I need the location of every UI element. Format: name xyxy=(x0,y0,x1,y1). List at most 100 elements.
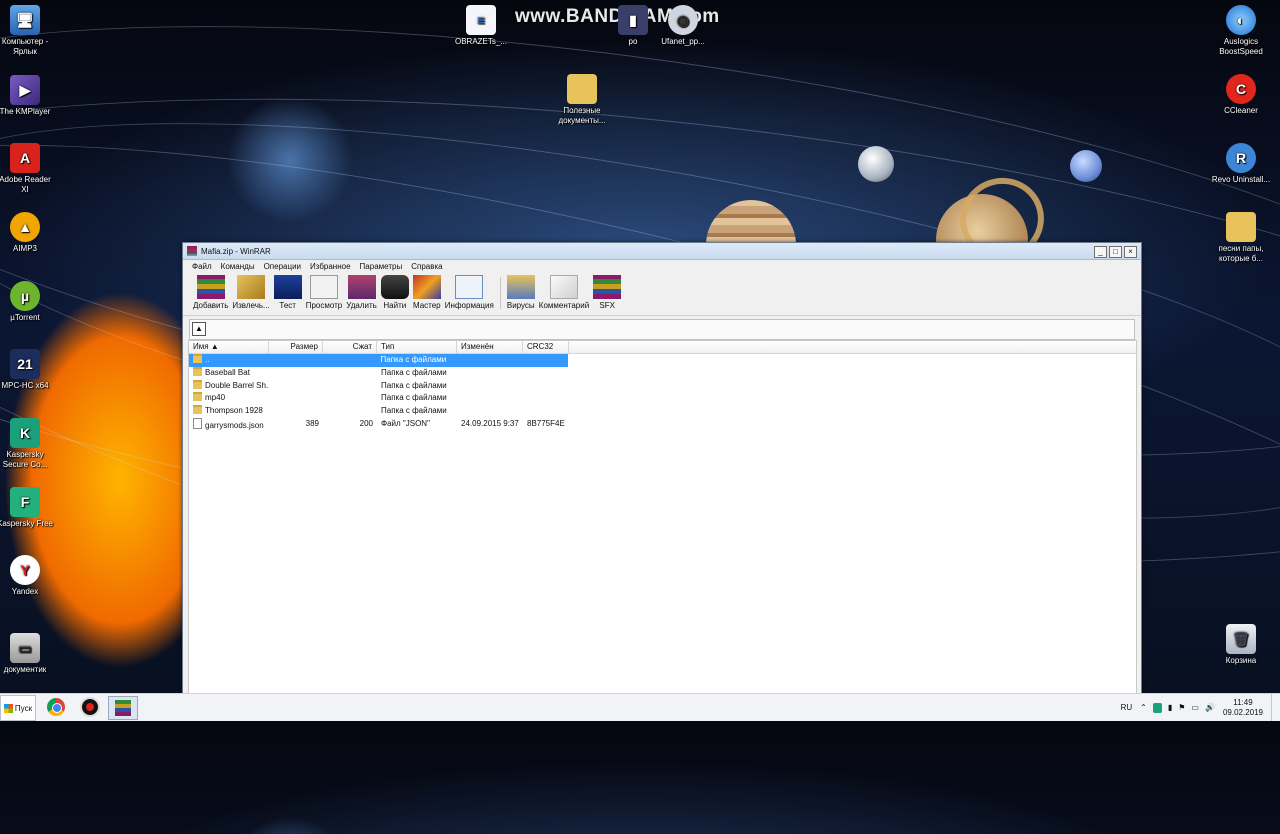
close-button[interactable]: × xyxy=(1124,246,1137,258)
folder-icon xyxy=(1226,212,1256,242)
desktop-icon-useful-docs[interactable]: Полезные документы... xyxy=(552,74,612,126)
desktop-icon-label: Ufanet_pp... xyxy=(661,37,705,46)
desktop-icon-auslogics[interactable]: ◐ Auslogics BoostSpeed xyxy=(1211,5,1271,57)
display-icon[interactable]: ▭ xyxy=(1191,703,1199,712)
table-row[interactable]: mp40 Папка с файлами xyxy=(189,392,1136,405)
wizard-icon xyxy=(412,275,441,299)
monitor-icon: ▭ xyxy=(10,633,40,663)
find-button[interactable]: Найти xyxy=(380,273,409,310)
desktop-icon-kmplayer[interactable]: ▶ The KMPlayer xyxy=(0,75,55,117)
folder-icon xyxy=(193,379,202,389)
add-archive-icon xyxy=(196,275,225,299)
column-packed[interactable]: Сжат xyxy=(323,341,377,353)
table-row[interactable]: Thompson 1928 Папка с файлами xyxy=(189,405,1136,418)
table-row[interactable]: Double Barrel Sh... Папка с файлами xyxy=(189,379,1136,393)
table-row[interactable]: Baseball Bat Папка с файлами xyxy=(189,366,1136,380)
virus-scan-button[interactable]: Вирусы xyxy=(506,273,535,310)
desktop-icon-label: OBRAZETs_... xyxy=(454,37,507,46)
desktop-icon-label: Полезные документы... xyxy=(558,106,606,125)
desktop-icon-label: документик xyxy=(3,665,47,674)
clock-time: 11:49 xyxy=(1233,697,1253,707)
desktop-icon-label: Revo Uninstall... xyxy=(1211,175,1271,184)
taskbar-winrar[interactable] xyxy=(108,696,138,720)
revo-uninstaller-icon: R xyxy=(1226,143,1256,173)
menu-help[interactable]: Справка xyxy=(411,262,442,271)
clock[interactable]: 11:49 09.02.2019 xyxy=(1223,698,1263,718)
add-button[interactable]: Добавить xyxy=(193,273,228,310)
desktop-icon-recycle[interactable]: 🗑 Корзина xyxy=(1211,624,1271,666)
column-size[interactable]: Размер xyxy=(269,341,323,353)
volume-icon[interactable]: 🔊 xyxy=(1205,703,1215,712)
kaspersky-secure-icon: K xyxy=(10,418,40,448)
taskbar: Пуск RU ⌃ ▮ ⚑ ▭ 🔊 11:49 09.02.2019 xyxy=(0,693,1280,721)
info-button[interactable]: Информация xyxy=(445,273,494,310)
maximize-button[interactable]: □ xyxy=(1109,246,1122,258)
sfx-button[interactable]: SFX xyxy=(593,273,622,310)
column-type[interactable]: Тип xyxy=(377,341,457,353)
file-icon xyxy=(193,417,202,429)
recycle-bin-icon: 🗑 xyxy=(1226,624,1256,654)
desktop-icon-utorrent[interactable]: µ µTorrent xyxy=(0,281,55,323)
language-indicator[interactable]: RU xyxy=(1121,703,1133,712)
desktop-icon-kaspersky-secure[interactable]: K Kaspersky Secure Co... xyxy=(0,418,55,470)
desktop-icon-kaspersky-free[interactable]: F Kaspersky Free xyxy=(0,487,55,529)
window-title: Mafia.zip - WinRAR xyxy=(201,246,271,256)
taskbar-bandicam[interactable] xyxy=(76,696,104,718)
path-bar[interactable]: ▲ xyxy=(189,319,1135,340)
menu-commands[interactable]: Команды xyxy=(221,262,255,271)
desktop-icon-revo[interactable]: R Revo Uninstall... xyxy=(1211,143,1271,185)
disk-icon: ◉ xyxy=(668,5,698,35)
desktop-icon-aimp[interactable]: ▲ AIMP3 xyxy=(0,212,55,254)
title-bar[interactable]: Mafia.zip - WinRAR _ □ × xyxy=(183,243,1141,260)
menu-operations[interactable]: Операции xyxy=(264,262,301,271)
desktop-icon-label: MPC-HC x64 xyxy=(1,381,49,390)
extract-icon xyxy=(237,275,266,299)
winrar-icon xyxy=(115,700,131,716)
desktop-icon-label: Adobe Reader XI xyxy=(0,175,51,194)
column-name[interactable]: Имя ▲ xyxy=(189,341,269,353)
desktop-icon-adobe[interactable]: A Adobe Reader XI xyxy=(0,143,55,195)
minimize-button[interactable]: _ xyxy=(1094,246,1107,258)
flag-icon[interactable]: ⚑ xyxy=(1178,703,1185,712)
kaspersky-tray-icon[interactable] xyxy=(1152,702,1162,713)
desktop-icon-computer[interactable]: 🖥 Компьютер - Ярлык xyxy=(0,5,55,57)
network-icon[interactable]: ▮ xyxy=(1168,703,1172,712)
desktop-icon-label: µTorrent xyxy=(10,313,40,322)
desktop-icon-obrazets[interactable]: ≡ OBRAZETs_... xyxy=(451,5,511,47)
menu-favorites[interactable]: Избранное xyxy=(310,262,351,271)
planet xyxy=(858,146,894,182)
show-hidden-icons-icon[interactable]: ⌃ xyxy=(1140,703,1147,712)
desktop-icon-ccleaner[interactable]: C CCleaner xyxy=(1211,74,1271,116)
desktop-icon-yandex[interactable]: Y Yandex xyxy=(0,555,55,597)
folder-icon xyxy=(193,366,202,376)
desktop-icon-label: CCleaner xyxy=(1224,106,1258,115)
file-list: Имя ▲ Размер Сжат Тип Изменён CRC32 .. П… xyxy=(188,340,1137,694)
shortcut-icon: ▮ xyxy=(618,5,648,35)
desktop-icon-label: песни папы, которые б... xyxy=(1218,244,1264,263)
desktop-icon-songs[interactable]: песни папы, которые б... xyxy=(1211,212,1271,264)
virus-scan-icon xyxy=(506,275,535,299)
desktop-icon-mpc[interactable]: 21 MPC-HC x64 xyxy=(0,349,55,391)
show-desktop-button[interactable] xyxy=(1271,694,1280,721)
desktop-icon-label: AIMP3 xyxy=(12,244,37,253)
table-row[interactable]: .. Папка с файлами xyxy=(189,354,568,367)
menu-file[interactable]: Файл xyxy=(192,262,212,271)
start-button[interactable]: Пуск xyxy=(0,695,36,721)
taskbar-chrome[interactable] xyxy=(42,696,70,718)
up-folder-icon[interactable]: ▲ xyxy=(192,322,206,336)
sfx-icon xyxy=(593,275,622,299)
desktop-icon-documents[interactable]: ▭ документик xyxy=(0,633,55,675)
column-crc[interactable]: CRC32 xyxy=(523,341,569,353)
folder-icon xyxy=(193,405,202,415)
wizard-button[interactable]: Мастер xyxy=(412,273,441,310)
computer-icon: 🖥 xyxy=(10,5,40,35)
column-modified[interactable]: Изменён xyxy=(457,341,523,353)
comment-button[interactable]: Комментарий xyxy=(539,273,589,310)
desktop-icon-ufanet[interactable]: ◉ Ufanet_pp... xyxy=(653,5,713,47)
extract-button[interactable]: Извлечь... xyxy=(232,273,270,310)
table-row[interactable]: garrysmods.json 389 200 Файл "JSON" 24.0… xyxy=(189,417,1136,431)
test-button[interactable]: Тест xyxy=(273,273,302,310)
view-button[interactable]: Просмотр xyxy=(306,273,342,310)
delete-button[interactable]: Удалить xyxy=(346,273,377,310)
menu-options[interactable]: Параметры xyxy=(360,262,403,271)
